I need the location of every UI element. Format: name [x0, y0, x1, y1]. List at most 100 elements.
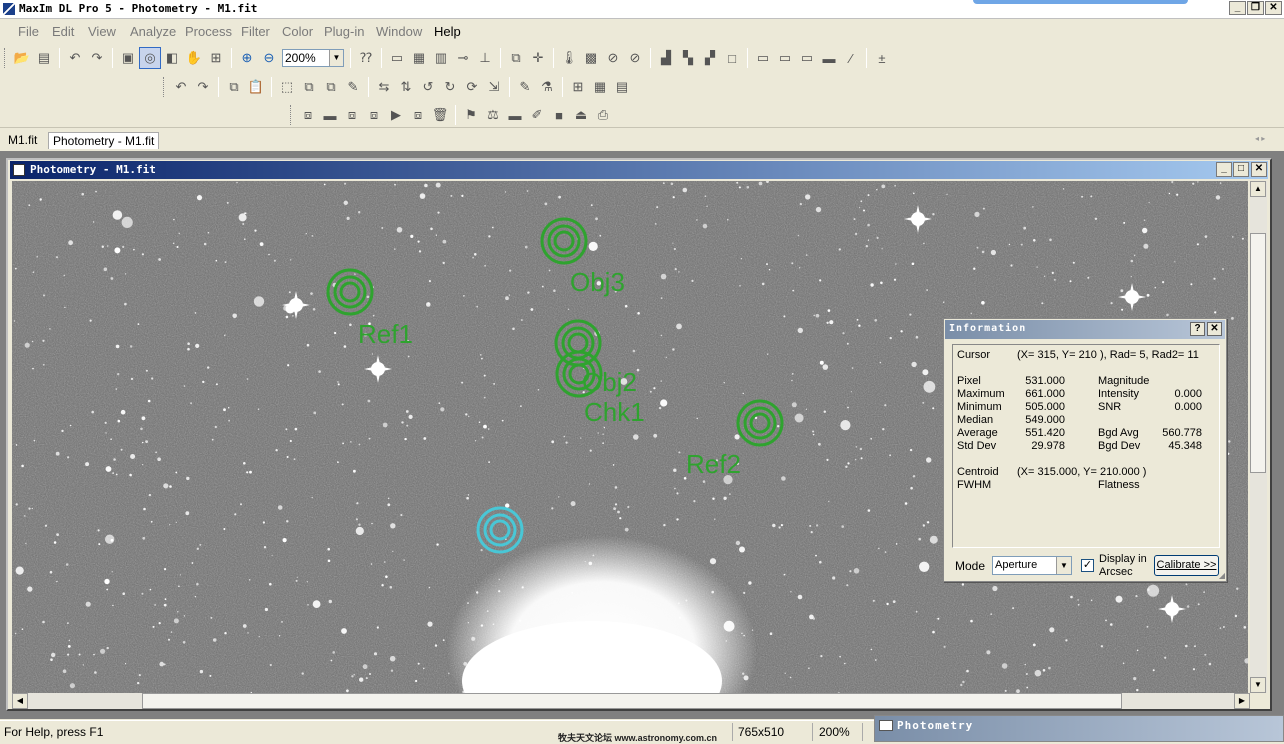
restore-button[interactable]: ❐ — [1247, 1, 1264, 15]
set-calibration-icon[interactable]: ▬ — [319, 104, 341, 126]
rotate-arbitrary-icon[interactable]: ⟳ — [461, 76, 483, 98]
chevron-down-icon[interactable]: ▼ — [1056, 557, 1071, 574]
thermometer-icon[interactable]: 🌡 — [558, 47, 580, 69]
photometry-window-minimized[interactable]: Photometry — [874, 715, 1284, 742]
histogram-icon[interactable]: ▟ — [655, 47, 677, 69]
scroll-left-icon[interactable]: ◀ — [12, 693, 28, 709]
information-title-bar[interactable]: Information ? ✕ — [945, 320, 1225, 339]
rotate-right-icon[interactable]: ↻ — [439, 76, 461, 98]
zoom-in-icon[interactable]: ⊕ — [236, 47, 258, 69]
telescope-icon[interactable]: ⊸ — [452, 47, 474, 69]
camera-icon[interactable]: ▭ — [386, 47, 408, 69]
tab-m1-fit[interactable]: M1.fit — [4, 132, 41, 148]
undo-icon[interactable]: ↶ — [64, 47, 86, 69]
play-icon[interactable]: ▶ — [385, 104, 407, 126]
save-icon[interactable]: ▤ — [33, 47, 55, 69]
context-help-icon[interactable]: ⁇ — [355, 47, 377, 69]
display-arcsec-checkbox[interactable]: ✓ — [1081, 559, 1094, 572]
curve-icon[interactable]: ∕ — [840, 47, 862, 69]
duplicate-icon[interactable]: ⧉ — [298, 76, 320, 98]
horizontal-scrollbar[interactable]: ◀ ▶ — [12, 693, 1250, 709]
redo-2-icon[interactable]: ↷ — [192, 76, 214, 98]
scroll-down-icon[interactable]: ▼ — [1250, 677, 1266, 693]
open-icon[interactable]: 📂 — [11, 47, 33, 69]
menu-plugin[interactable]: Plug-in — [324, 24, 364, 39]
pencil-icon[interactable]: ✎ — [514, 76, 536, 98]
vertical-scrollbar[interactable]: ▲ ▼ — [1250, 181, 1267, 693]
flip-h-icon[interactable]: ⇆ — [373, 76, 395, 98]
shift-icon[interactable]: ⇲ — [483, 76, 505, 98]
mode-select[interactable]: Aperture ▼ — [992, 556, 1072, 575]
flip-v-icon[interactable]: ⇅ — [395, 76, 417, 98]
calibrate-icon[interactable]: ⧈ — [297, 104, 319, 126]
vertical-scroll-thumb[interactable] — [1250, 233, 1266, 473]
information-close-button[interactable]: ✕ — [1207, 322, 1222, 336]
menu-window[interactable]: Window — [376, 24, 422, 39]
rotate-left-icon[interactable]: ↺ — [417, 76, 439, 98]
plus-minus-icon[interactable]: ± — [871, 47, 893, 69]
filter-wheel-icon[interactable]: ▦ — [408, 47, 430, 69]
tab-scroll-icon[interactable]: ◂ ▸ — [1255, 134, 1265, 143]
zoom-out-icon[interactable]: ⊖ — [258, 47, 280, 69]
screen-stretch-icon[interactable]: ⊞ — [205, 47, 227, 69]
image-maximize-button[interactable]: □ — [1233, 162, 1249, 177]
remove-bad-pixels-icon[interactable]: ⧈ — [341, 104, 363, 126]
measure-icon[interactable]: ✐ — [526, 104, 548, 126]
align-icon[interactable]: ▚ — [677, 47, 699, 69]
resize-icon[interactable]: ▭ — [774, 47, 796, 69]
scale-2-icon[interactable]: ⏏ — [570, 104, 592, 126]
tab-photometry-m1-fit[interactable]: Photometry - M1.fit — [48, 132, 160, 149]
menu-view[interactable]: View — [88, 24, 116, 39]
bin-icon[interactable]: ▭ — [752, 47, 774, 69]
guider-icon[interactable]: ▥ — [430, 47, 452, 69]
aperture-tool-icon[interactable]: ◎ — [139, 47, 161, 69]
edit-icon[interactable]: ✎ — [342, 76, 364, 98]
close-button[interactable]: ✕ — [1265, 1, 1282, 15]
line-profile-icon[interactable]: ▬ — [818, 47, 840, 69]
combine-icon[interactable]: ▞ — [699, 47, 721, 69]
balance-icon[interactable]: ⚖ — [482, 104, 504, 126]
stack-icon[interactable]: ▤ — [611, 76, 633, 98]
trash-icon[interactable]: 🗑 — [429, 104, 451, 126]
menu-process[interactable]: Process — [185, 24, 232, 39]
resize-grip-icon[interactable]: ◢ — [1219, 571, 1225, 580]
calibrate-button[interactable]: Calibrate >> — [1154, 555, 1219, 576]
rotate-image-icon[interactable]: ▭ — [796, 47, 818, 69]
overlay-icon[interactable]: ⧉ — [320, 76, 342, 98]
levels-icon[interactable]: ▬ — [504, 104, 526, 126]
no-circle-icon[interactable]: ⊘ — [602, 47, 624, 69]
image-icon[interactable]: ▣ — [117, 47, 139, 69]
no-circle-2-icon[interactable]: ⊘ — [624, 47, 646, 69]
copy-window-icon[interactable]: ⧉ — [505, 47, 527, 69]
kernel-filter-icon[interactable]: ⧈ — [363, 104, 385, 126]
copy-icon[interactable]: ⧉ — [223, 76, 245, 98]
focuser-icon[interactable]: ⊥ — [474, 47, 496, 69]
help-button[interactable]: ? — [1190, 322, 1205, 336]
crop-icon[interactable]: □ — [721, 47, 743, 69]
menu-edit[interactable]: Edit — [52, 24, 74, 39]
image-minimize-button[interactable]: _ — [1216, 162, 1232, 177]
mosaic-icon[interactable]: ▦ — [589, 76, 611, 98]
menu-file[interactable]: File — [18, 24, 39, 39]
menu-filter[interactable]: Filter — [241, 24, 270, 39]
image-close-button[interactable]: ✕ — [1251, 162, 1267, 177]
block-icon[interactable]: ■ — [548, 104, 570, 126]
scroll-up-icon[interactable]: ▲ — [1250, 181, 1266, 197]
crosshair-icon[interactable]: ✛ — [527, 47, 549, 69]
minimize-button[interactable]: _ — [1229, 1, 1246, 15]
paste-icon[interactable]: 📋 — [245, 76, 267, 98]
zoom-select[interactable]: 200% ▼ — [282, 49, 344, 67]
split-view-icon[interactable]: ◧ — [161, 47, 183, 69]
menu-analyze[interactable]: Analyze — [130, 24, 176, 39]
printer-icon[interactable]: ⎙ — [592, 104, 614, 126]
undo-2-icon[interactable]: ↶ — [170, 76, 192, 98]
menu-help[interactable]: Help — [434, 24, 461, 39]
scroll-right-icon[interactable]: ▶ — [1234, 693, 1250, 709]
select-area-icon[interactable]: ⬚ — [276, 76, 298, 98]
flag-icon[interactable]: ⚑ — [460, 104, 482, 126]
horizontal-scroll-thumb[interactable] — [142, 693, 1122, 709]
redo-icon[interactable]: ↷ — [86, 47, 108, 69]
dropper-icon[interactable]: ⚗ — [536, 76, 558, 98]
chevron-down-icon[interactable]: ▼ — [329, 50, 343, 66]
hand-icon[interactable]: ✋ — [183, 47, 205, 69]
